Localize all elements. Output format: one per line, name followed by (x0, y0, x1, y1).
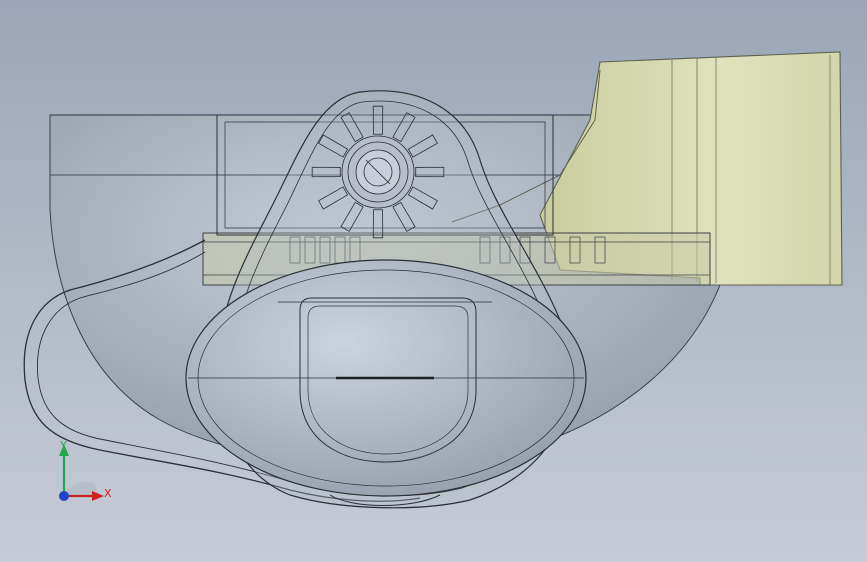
graphics-viewport[interactable]: Y X (0, 0, 867, 562)
coordinate-triad: Y X (48, 438, 118, 508)
z-axis-dot (59, 491, 69, 501)
x-axis-label: X (104, 487, 112, 500)
y-axis-label: Y (60, 439, 67, 452)
cad-model[interactable] (0, 0, 867, 562)
